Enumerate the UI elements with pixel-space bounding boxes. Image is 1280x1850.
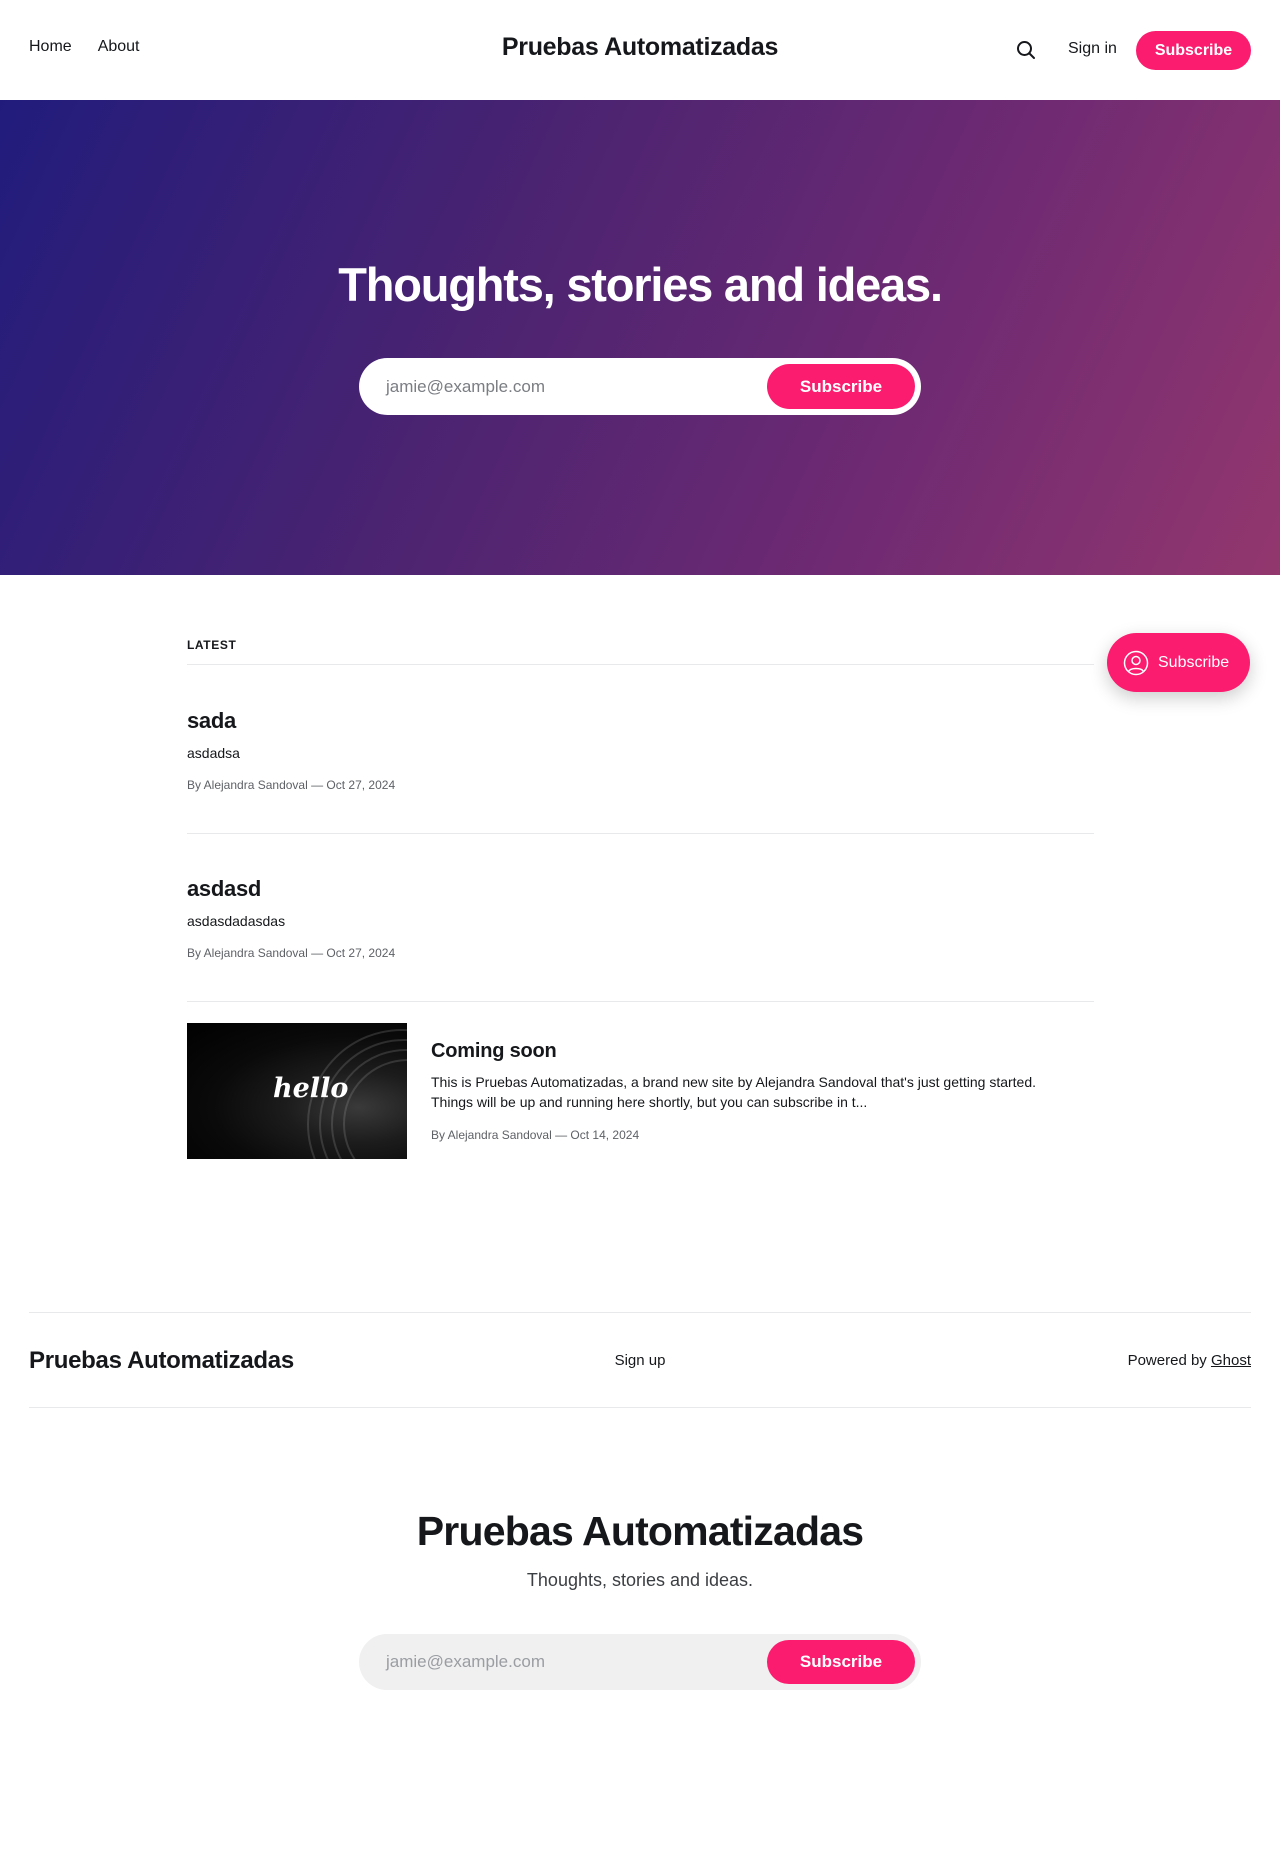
post-thumbnail[interactable]: hello [187,1023,407,1159]
footer-divider [29,1312,1251,1313]
floating-subscribe-label: Subscribe [1158,653,1230,671]
cta-title: Pruebas Automatizadas [416,1508,864,1554]
user-circle-icon [1123,650,1149,675]
divider [187,664,1094,665]
post-meta: By Alejandra Sandoval — Oct 27, 2024 [187,778,396,792]
cta-subscribe-button[interactable]: Subscribe [767,1640,915,1684]
search-icon[interactable] [1014,38,1038,62]
cta-email-input[interactable]: jamie@example.com [386,1652,545,1672]
post-title[interactable]: asdasd [187,876,261,902]
post-meta: By Alejandra Sandoval — Oct 14, 2024 [431,1128,640,1142]
post-excerpt: This is Pruebas Automatizadas, a brand n… [431,1074,1037,1110]
latest-heading: LATEST [187,638,237,652]
signin-link[interactable]: Sign in [1068,40,1117,58]
thumbnail-hello-text: hello [273,1073,349,1104]
hero-subscribe-form: jamie@example.com Subscribe [359,358,921,415]
post-excerpt: asdadsa [187,745,240,761]
post-meta: By Alejandra Sandoval — Oct 27, 2024 [187,946,396,960]
hero-banner: Thoughts, stories and ideas. jamie@examp… [0,100,1280,575]
cta-subscribe-form: jamie@example.com Subscribe [359,1634,921,1690]
site-header: Home About Pruebas Automatizadas Sign in… [0,0,1280,100]
post-excerpt: asdasdadasdas [187,913,286,929]
powered-by-text: Powered by [1127,1352,1207,1369]
divider [187,833,1094,834]
footer-nav: Sign up [0,1352,1280,1369]
post-title[interactable]: Coming soon [431,1040,557,1063]
footer-signup-link[interactable]: Sign up [615,1352,666,1369]
hero-title: Thoughts, stories and ideas. [338,258,943,311]
footer-divider [29,1407,1251,1408]
ghost-link[interactable]: Ghost [1211,1352,1251,1369]
floating-subscribe-button[interactable]: Subscribe [1107,633,1250,692]
hero-email-input[interactable]: jamie@example.com [386,377,545,397]
cta-description: Thoughts, stories and ideas. [526,1570,754,1590]
divider [187,1001,1094,1002]
header-subscribe-button[interactable]: Subscribe [1136,31,1251,70]
hero-subscribe-button[interactable]: Subscribe [767,364,915,409]
site-title-link[interactable]: Pruebas Automatizadas [502,33,778,61]
powered-by: Powered by Ghost [1128,1352,1251,1369]
post-title[interactable]: sada [187,708,236,734]
